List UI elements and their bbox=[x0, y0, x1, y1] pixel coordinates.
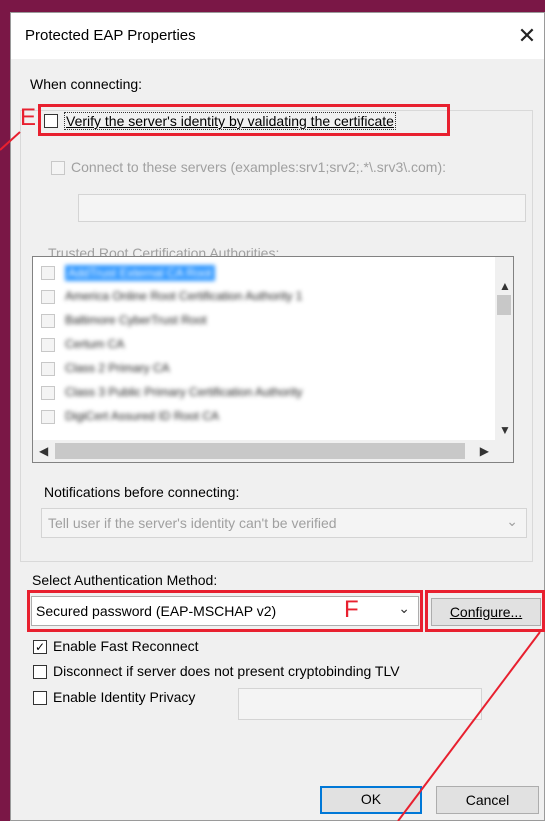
cryptobinding-checkbox[interactable] bbox=[33, 665, 47, 679]
scroll-right-icon[interactable]: ▶ bbox=[480, 444, 489, 458]
list-item-label: Certum CA bbox=[65, 337, 125, 351]
horizontal-scrollbar[interactable]: ◀ ▶ bbox=[33, 440, 513, 462]
list-item-checkbox[interactable] bbox=[41, 338, 55, 352]
annotation-box-configure bbox=[425, 590, 545, 632]
fast-reconnect-checkbox[interactable]: ✓ bbox=[33, 640, 47, 654]
fast-reconnect-label: Enable Fast Reconnect bbox=[53, 638, 199, 654]
identity-privacy-label: Enable Identity Privacy bbox=[53, 689, 196, 705]
list-item-label: DigiCert Assured ID Root CA bbox=[65, 409, 220, 423]
list-item-checkbox[interactable] bbox=[41, 362, 55, 376]
list-item-label: America Online Root Certification Author… bbox=[65, 289, 303, 303]
auth-method-label: Select Authentication Method: bbox=[32, 572, 218, 588]
list-item-label: Class 3 Public Primary Certification Aut… bbox=[65, 385, 303, 399]
window-title: Protected EAP Properties bbox=[25, 27, 196, 44]
cancel-button[interactable]: Cancel bbox=[436, 786, 539, 814]
list-item-checkbox[interactable] bbox=[41, 290, 55, 304]
annotation-box-verify bbox=[38, 104, 450, 136]
trusted-root-list[interactable]: AddTrust External CA Root America Online… bbox=[32, 256, 514, 463]
chevron-down-icon: ⌄ bbox=[506, 513, 518, 529]
when-connecting-label: When connecting: bbox=[30, 76, 143, 92]
vertical-scrollbar[interactable]: ▲ ▼ bbox=[495, 257, 513, 440]
list-item-label: Baltimore CyberTrust Root bbox=[65, 313, 207, 327]
close-icon[interactable]: ✕ bbox=[510, 17, 544, 55]
annotation-label-e: E bbox=[20, 104, 37, 131]
list-item-checkbox[interactable] bbox=[41, 410, 55, 424]
annotation-label-f: F bbox=[344, 596, 359, 623]
scroll-left-icon[interactable]: ◀ bbox=[39, 444, 48, 458]
annotation-box-auth-method bbox=[27, 590, 423, 632]
vertical-scroll-thumb[interactable] bbox=[497, 295, 511, 315]
list-item-label: AddTrust External CA Root bbox=[65, 265, 215, 281]
connect-servers-label: Connect to these servers (examples:srv1;… bbox=[71, 159, 447, 175]
list-item-checkbox[interactable] bbox=[41, 314, 55, 328]
list-item-checkbox[interactable] bbox=[41, 266, 55, 280]
connect-servers-input[interactable] bbox=[78, 194, 526, 222]
connect-servers-checkbox[interactable] bbox=[51, 161, 65, 175]
title-bar: Protected EAP Properties ✕ bbox=[11, 13, 544, 59]
list-item-checkbox[interactable] bbox=[41, 386, 55, 400]
ok-button[interactable]: OK bbox=[320, 786, 422, 814]
notifications-value: Tell user if the server's identity can't… bbox=[48, 515, 337, 531]
scroll-up-icon[interactable]: ▲ bbox=[499, 279, 511, 293]
identity-privacy-input[interactable] bbox=[238, 688, 482, 720]
notifications-label: Notifications before connecting: bbox=[44, 484, 240, 500]
horizontal-scroll-thumb[interactable] bbox=[55, 443, 465, 459]
cryptobinding-label: Disconnect if server does not present cr… bbox=[53, 663, 400, 679]
list-item-label: Class 2 Primary CA bbox=[65, 361, 170, 375]
identity-privacy-checkbox[interactable] bbox=[33, 691, 47, 705]
notifications-select[interactable]: Tell user if the server's identity can't… bbox=[41, 508, 527, 538]
scroll-down-icon[interactable]: ▼ bbox=[499, 423, 511, 437]
